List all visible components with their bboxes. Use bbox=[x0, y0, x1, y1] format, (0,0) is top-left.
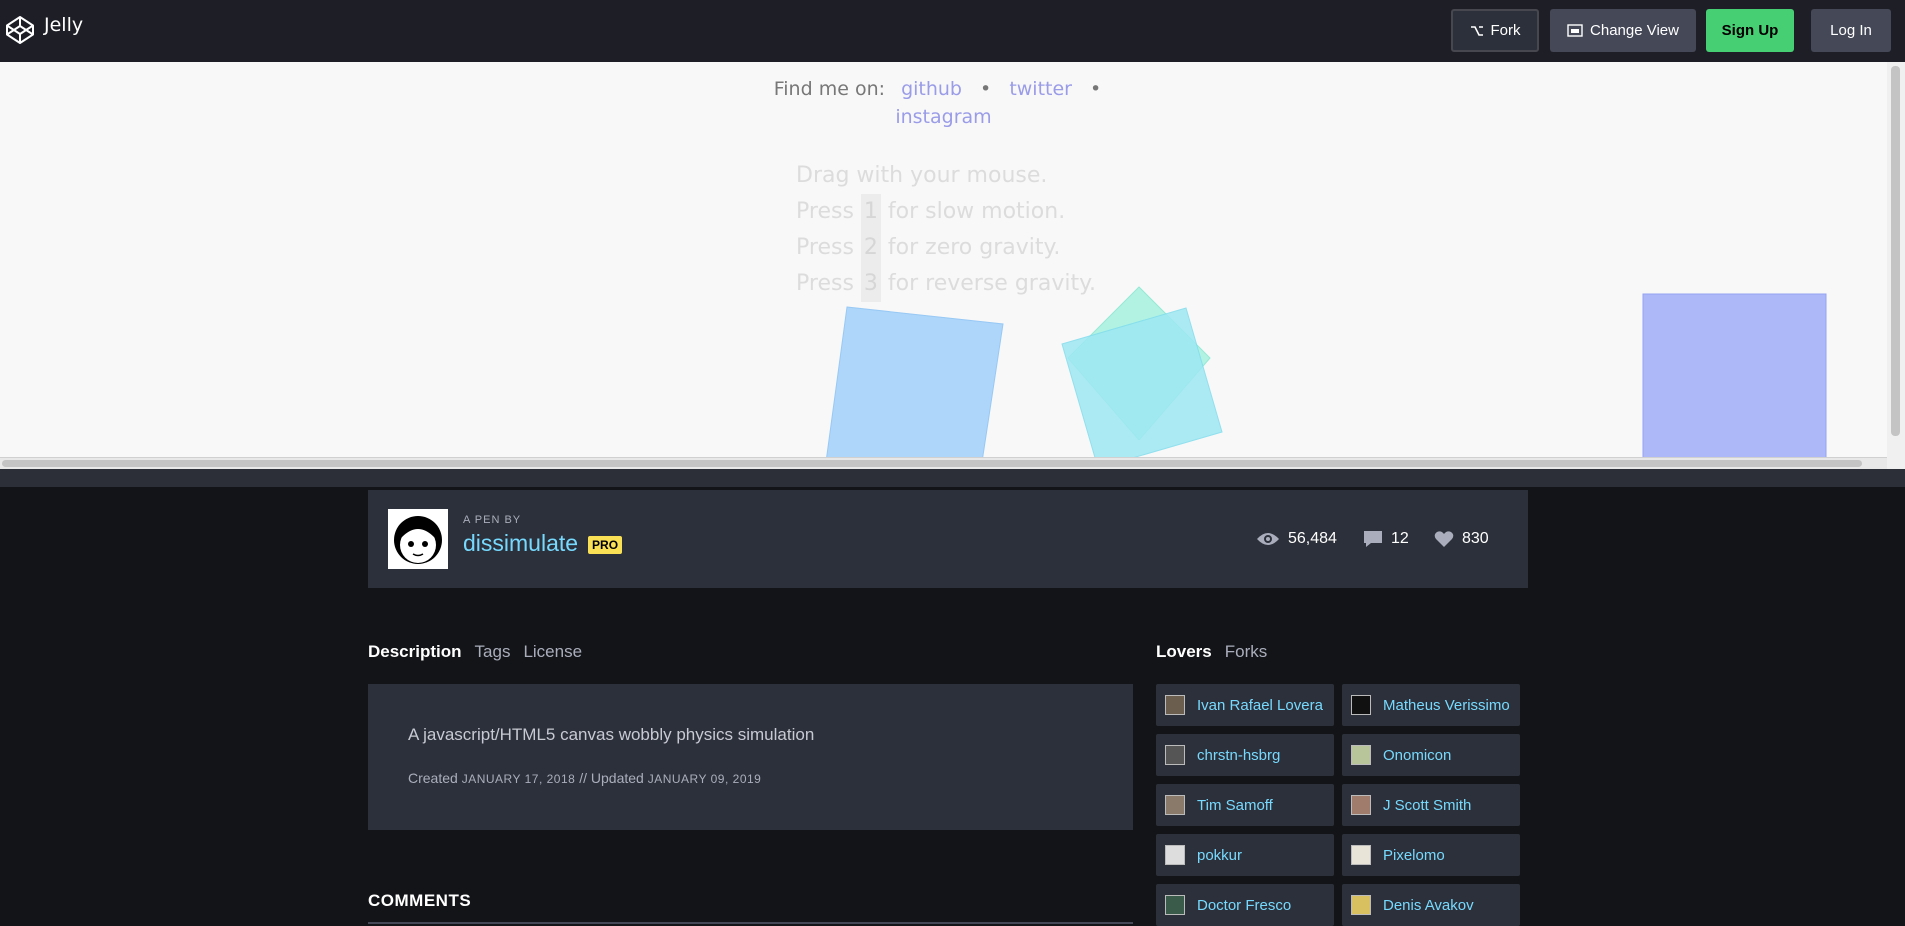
user-avatar bbox=[1165, 695, 1185, 715]
jelly-block-purple bbox=[1642, 293, 1827, 457]
heart-icon bbox=[1434, 531, 1454, 547]
lover-item[interactable]: chrstn-hsbrg bbox=[1156, 734, 1334, 776]
a-pen-by-label: A PEN BY bbox=[463, 514, 522, 526]
log-in-button[interactable]: Log In bbox=[1811, 9, 1891, 52]
comments-heading: COMMENTS bbox=[368, 891, 472, 910]
fork-icon bbox=[1470, 25, 1483, 36]
avatar[interactable] bbox=[388, 509, 448, 569]
eye-icon bbox=[1257, 533, 1279, 545]
sign-up-button[interactable]: Sign Up bbox=[1706, 9, 1794, 52]
tab-lovers[interactable]: Lovers bbox=[1156, 642, 1212, 662]
lover-item[interactable]: Matheus Verissimo bbox=[1342, 684, 1520, 726]
change-view-label: Change View bbox=[1590, 22, 1679, 39]
loves-stat[interactable]: 830 bbox=[1434, 530, 1489, 548]
tab-license[interactable]: License bbox=[523, 642, 582, 662]
comment-icon bbox=[1364, 531, 1382, 547]
user-avatar bbox=[1165, 895, 1185, 915]
user-avatar bbox=[1165, 745, 1185, 765]
details-tabs: Description Tags License bbox=[368, 642, 582, 662]
lover-item[interactable]: Pixelomo bbox=[1342, 834, 1520, 876]
lover-item[interactable]: Ivan Rafael Lovera bbox=[1156, 684, 1334, 726]
tab-tags[interactable]: Tags bbox=[475, 642, 511, 662]
jelly-block-cyan bbox=[1061, 307, 1223, 457]
user-avatar bbox=[1165, 795, 1185, 815]
description-text: A javascript/HTML5 canvas wobbly physics… bbox=[408, 725, 815, 744]
lover-item[interactable]: J Scott Smith bbox=[1342, 784, 1520, 826]
user-avatar bbox=[1351, 745, 1371, 765]
pro-badge: PRO bbox=[588, 535, 623, 554]
author-name[interactable]: dissimulate PRO bbox=[463, 530, 623, 557]
tab-forks[interactable]: Forks bbox=[1225, 642, 1268, 662]
pen-preview[interactable]: Find me on: github • twitter • instagram… bbox=[0, 62, 1887, 457]
fork-button[interactable]: Fork bbox=[1451, 9, 1539, 52]
horizontal-scrollbar[interactable] bbox=[0, 457, 1887, 469]
comments-stat[interactable]: 12 bbox=[1363, 530, 1409, 548]
change-view-button[interactable]: Change View bbox=[1550, 9, 1696, 52]
social-tabs: Lovers Forks bbox=[1156, 642, 1267, 662]
vertical-scrollbar[interactable] bbox=[1887, 62, 1905, 469]
lover-item[interactable]: Denis Avakov bbox=[1342, 884, 1520, 926]
user-avatar bbox=[1165, 845, 1185, 865]
description-card: A javascript/HTML5 canvas wobbly physics… bbox=[368, 684, 1133, 830]
pen-title: Jelly bbox=[44, 14, 84, 36]
resize-divider[interactable] bbox=[0, 469, 1905, 487]
codepen-logo-icon[interactable] bbox=[4, 14, 36, 46]
tab-description[interactable]: Description bbox=[368, 642, 462, 662]
jelly-canvas[interactable] bbox=[0, 62, 1887, 457]
layout-icon bbox=[1567, 24, 1583, 37]
lover-item[interactable]: Onomicon bbox=[1342, 734, 1520, 776]
pen-info-card: A PEN BY dissimulate PRO 56,484 12 830 bbox=[368, 490, 1528, 588]
divider bbox=[368, 922, 1133, 924]
user-avatar bbox=[1351, 795, 1371, 815]
pen-dates: Created January 17, 2018 // Updated Janu… bbox=[408, 770, 762, 786]
updated-date: January 09, 2019 bbox=[647, 772, 762, 786]
jelly-block-blue bbox=[826, 306, 1004, 457]
views-stat: 56,484 bbox=[1256, 530, 1337, 548]
lover-item[interactable]: Doctor Fresco bbox=[1156, 884, 1334, 926]
user-avatar bbox=[1351, 895, 1371, 915]
user-avatar bbox=[1351, 845, 1371, 865]
lover-item[interactable]: pokkur bbox=[1156, 834, 1334, 876]
author-link[interactable]: dissimulate bbox=[463, 530, 578, 556]
top-bar: Jelly Fork Change View Sign Up Log In bbox=[0, 0, 1905, 62]
lover-item[interactable]: Tim Samoff bbox=[1156, 784, 1334, 826]
fork-label: Fork bbox=[1490, 22, 1521, 39]
created-date: January 17, 2018 bbox=[461, 772, 576, 786]
user-avatar bbox=[1351, 695, 1371, 715]
